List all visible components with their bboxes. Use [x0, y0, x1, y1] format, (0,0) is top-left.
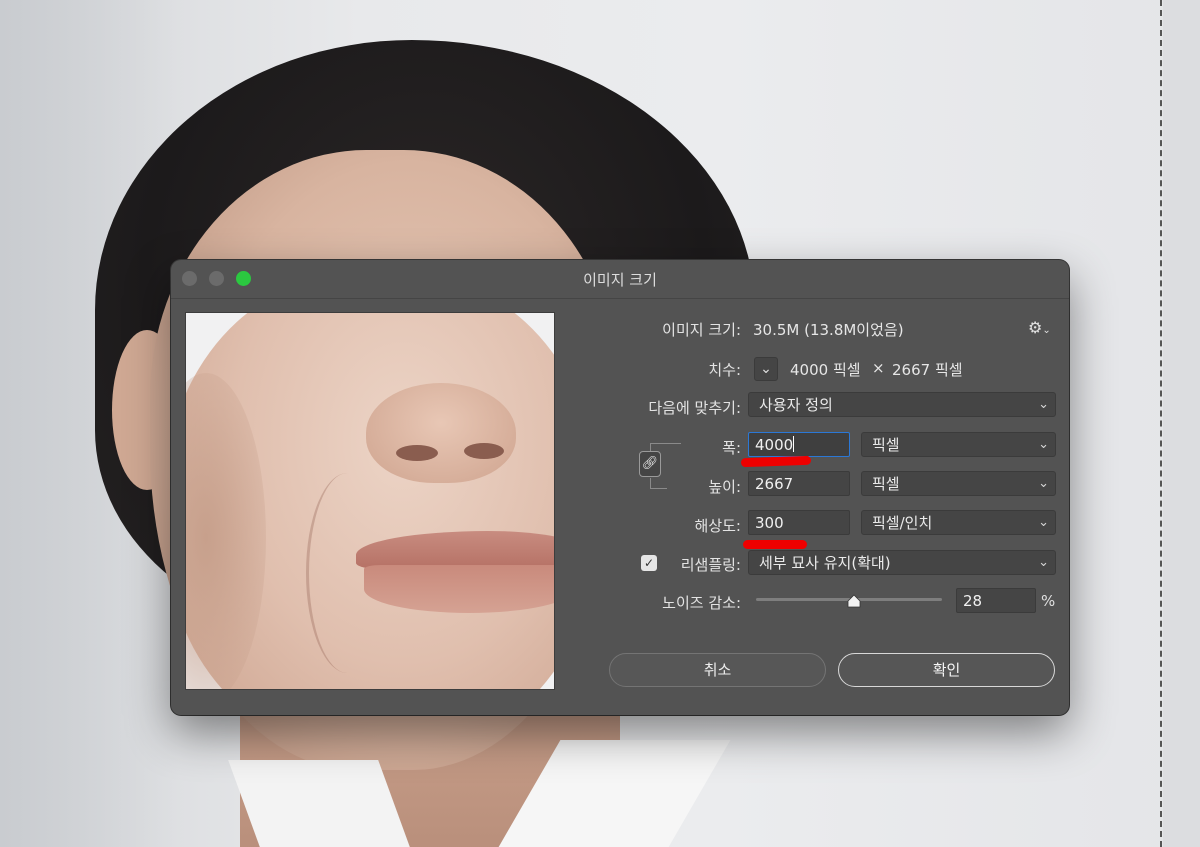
dimensions-times: ×: [872, 359, 885, 377]
width-input[interactable]: 4000: [748, 432, 850, 457]
image-size-label: 이미지 크기:: [662, 321, 741, 339]
noise-value: 28: [963, 592, 983, 610]
resample-value: 세부 묘사 유지(확대): [759, 554, 891, 572]
image-size-dialog: 이미지 크기 이미지 크기: 30.5M (13.8M이었음) ⚙⌄ 치수: ⌄…: [171, 260, 1069, 715]
noise-unit: %: [1041, 592, 1056, 610]
resample-checkbox[interactable]: ✓: [641, 555, 657, 571]
checkmark-icon: ✓: [643, 556, 655, 570]
resolution-unit: 픽셀/인치: [872, 514, 933, 532]
noise-input[interactable]: 28: [956, 588, 1036, 613]
noise-label: 노이즈 감소:: [662, 594, 741, 612]
selection-marquee: [1160, 0, 1162, 847]
resolution-unit-select[interactable]: 픽셀/인치 ⌄: [861, 510, 1056, 535]
width-label: 폭:: [722, 439, 741, 457]
red-annotation-resolution: [743, 540, 807, 549]
constrain-bracket-bottom: [650, 478, 667, 489]
dimensions-height: 2667 픽셀: [892, 361, 963, 379]
resample-select[interactable]: 세부 묘사 유지(확대) ⌄: [748, 550, 1056, 575]
height-input[interactable]: 2667: [748, 471, 850, 496]
dialog-title: 이미지 크기: [583, 271, 657, 289]
chevron-down-icon: ⌄: [760, 361, 772, 377]
image-size-value: 30.5M (13.8M이었음): [753, 321, 904, 339]
width-unit-select[interactable]: 픽셀 ⌄: [861, 432, 1056, 457]
fit-to-label: 다음에 맞추기:: [648, 399, 741, 417]
chevron-down-icon: ⌄: [1038, 515, 1049, 530]
resolution-input[interactable]: 300: [748, 510, 850, 535]
chevron-down-icon: ⌄: [1038, 397, 1049, 412]
preview-nose: [366, 383, 516, 483]
dimensions-width: 4000 픽셀: [790, 361, 861, 379]
gear-icon[interactable]: ⚙⌄: [1028, 318, 1051, 337]
height-value: 2667: [755, 475, 794, 493]
dimensions-unit-dropdown[interactable]: ⌄: [754, 357, 778, 381]
height-label: 높이:: [708, 478, 741, 496]
link-icon[interactable]: 🔗︎: [639, 451, 661, 477]
dimensions-label: 치수:: [708, 361, 741, 379]
resample-label: 리샘플링:: [680, 556, 741, 574]
resolution-label: 해상도:: [694, 517, 741, 535]
preview-nostril-right: [464, 443, 504, 459]
noise-slider-thumb[interactable]: [847, 594, 861, 608]
chevron-down-icon: ⌄: [1038, 437, 1049, 452]
height-unit: 픽셀: [872, 475, 900, 493]
image-preview[interactable]: [185, 312, 555, 690]
title-bar[interactable]: 이미지 크기: [171, 260, 1069, 299]
width-value: 4000: [755, 436, 794, 454]
width-unit: 픽셀: [872, 436, 900, 454]
chevron-down-icon: ⌄: [1038, 476, 1049, 491]
canvas-right-strip: [1163, 0, 1200, 847]
chevron-down-icon: ⌄: [1038, 555, 1049, 570]
red-annotation-width: [740, 455, 812, 468]
ok-button[interactable]: 확인: [838, 653, 1055, 687]
cancel-button[interactable]: 취소: [609, 653, 826, 687]
resolution-value: 300: [755, 514, 784, 532]
preview-nostril-left: [396, 445, 438, 461]
text-caret: [793, 436, 795, 452]
height-unit-select[interactable]: 픽셀 ⌄: [861, 471, 1056, 496]
fit-to-value: 사용자 정의: [759, 396, 833, 414]
fit-to-select[interactable]: 사용자 정의 ⌄: [748, 392, 1056, 417]
